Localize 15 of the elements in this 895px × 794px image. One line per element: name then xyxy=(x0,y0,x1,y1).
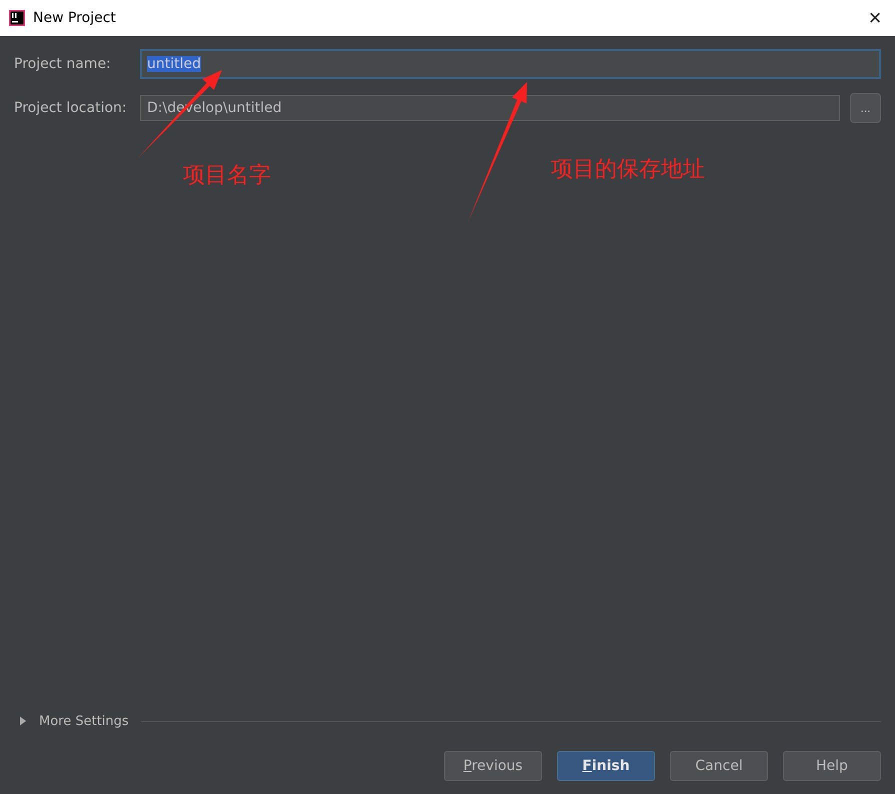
dialog-button[interactable]: Finish xyxy=(557,751,655,781)
close-button[interactable]: × xyxy=(855,0,895,36)
expand-triangle-icon[interactable] xyxy=(20,716,27,726)
window-title: New Project xyxy=(33,10,116,26)
field-label: Project location: xyxy=(14,100,128,116)
app-logo-icon xyxy=(9,10,25,26)
annotation-text: 项目的保存地址 xyxy=(551,156,705,184)
field-label: Project name: xyxy=(14,56,112,72)
browse-button[interactable]: ... xyxy=(850,93,881,123)
annotation-text: 项目名字 xyxy=(183,162,271,190)
more-settings-label[interactable]: More Settings xyxy=(39,714,129,728)
dialog-button[interactable]: Cancel xyxy=(670,751,768,781)
dialog-button[interactable]: Previous xyxy=(444,751,542,781)
input-field[interactable]: untitled xyxy=(140,49,881,79)
dialog-button[interactable]: Help xyxy=(783,751,881,781)
